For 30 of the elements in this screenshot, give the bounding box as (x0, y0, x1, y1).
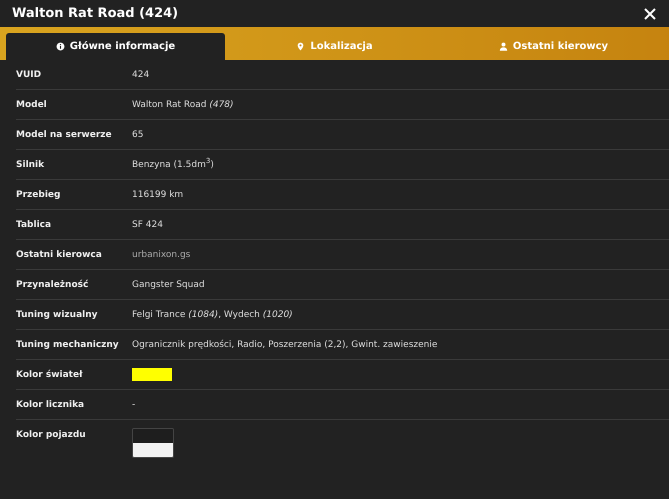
field-value: Felgi Trance (1084), Wydech (1020) (132, 310, 293, 320)
field-value: 65 (132, 130, 144, 140)
tab[interactable]: Główne informacje (6, 33, 225, 60)
user-icon (498, 42, 508, 51)
close-icon[interactable] (643, 6, 657, 20)
field-label: Kolor licznika (16, 400, 86, 410)
field-value: Ogranicznik prędkości, Radio, Poszerzenia (2,2), Gwint. zawieszenie (132, 340, 438, 350)
driver-link[interactable]: urbanixon.gs (132, 250, 190, 260)
field-value: Benzyna (1.5dm$^{3}$) (132, 160, 214, 170)
field-label: Model na serwerze (16, 130, 113, 140)
field-value: 116199 km (132, 190, 184, 200)
field-label: Model (16, 100, 48, 110)
field-value: - (132, 400, 136, 410)
field-value: Gangster Squad (132, 280, 205, 290)
field-value: SF 424 (132, 220, 163, 230)
info-icon (56, 42, 65, 51)
field-label: VUID (16, 70, 42, 80)
field-label: Przynależność (16, 280, 90, 290)
field-label: Tablica (16, 220, 52, 230)
field-label: Tuning mechaniczny (16, 340, 120, 350)
field-label: Przebieg (16, 190, 62, 200)
location-pin-icon (296, 42, 306, 51)
window-title: Walton Rat Road (424) (12, 6, 178, 21)
field-label: Kolor świateł (16, 370, 84, 380)
field-label: Silnik (16, 160, 46, 170)
field-value: Walton Rat Road (478) (132, 100, 234, 110)
field-label: Ostatni kierowca (16, 250, 103, 260)
field-value: 424 (132, 70, 150, 80)
field-label: Kolor pojazdu (16, 430, 87, 440)
field-label: Tuning wizualny (16, 310, 99, 320)
